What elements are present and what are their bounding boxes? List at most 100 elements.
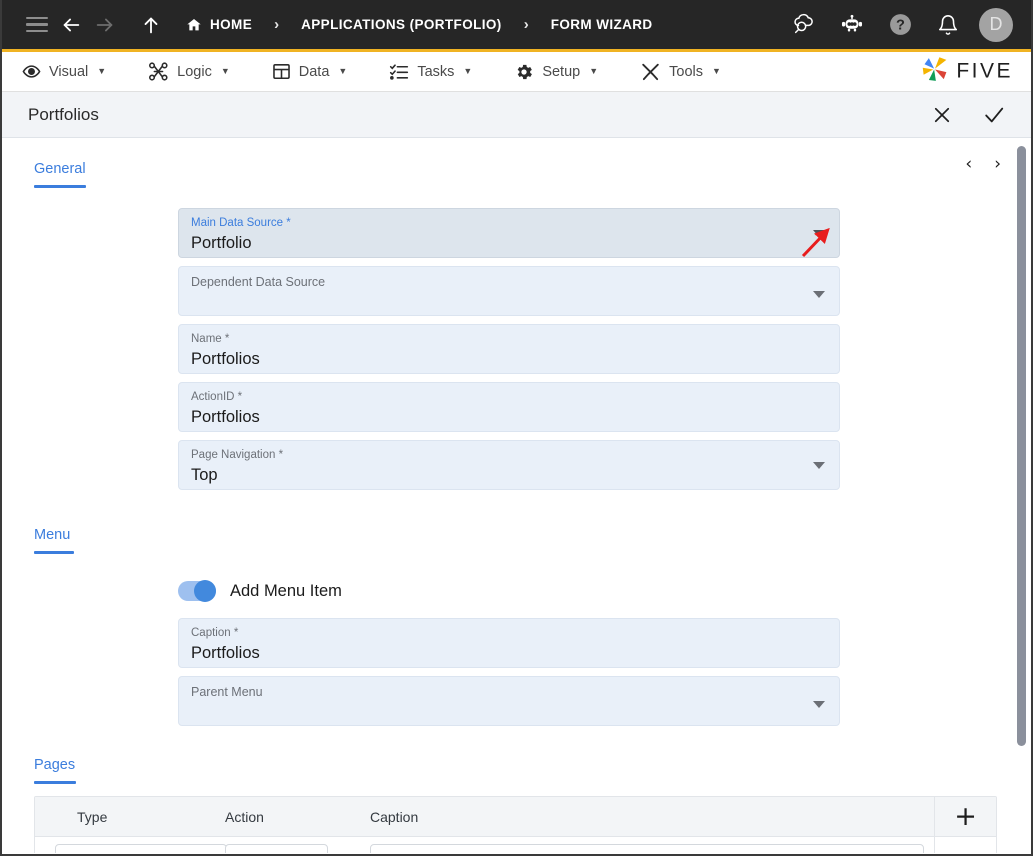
notifications-bell-icon[interactable]: [931, 8, 965, 42]
section-menu-underline: [34, 551, 74, 554]
main-data-source-select[interactable]: Main Data Source * Portfolio: [178, 208, 840, 258]
menu-item-data[interactable]: Data ▼: [272, 62, 348, 81]
menu-item-tasks-label: Tasks: [417, 63, 455, 80]
dependent-data-source-label: Dependent Data Source: [191, 275, 326, 289]
menu-item-logic[interactable]: Logic ▼: [148, 62, 230, 81]
chevron-down-icon: ▼: [712, 66, 721, 76]
section-general-underline: [34, 185, 86, 188]
close-icon[interactable]: [929, 102, 955, 128]
gear-icon: [514, 62, 534, 82]
chevron-down-icon: ▼: [463, 66, 473, 76]
five-logo[interactable]: FIVE: [921, 55, 1013, 88]
avatar[interactable]: D: [979, 7, 1013, 42]
pages-table-header: Type Action Caption +: [35, 797, 996, 837]
breadcrumb-label-home: HOME: [210, 17, 253, 32]
action-id-label: ActionID *: [191, 391, 243, 403]
form-scroll-area: ‹ › General Main Data Source * Portfolio…: [2, 138, 1031, 853]
prev-page-icon[interactable]: ‹: [965, 156, 972, 173]
cell-action: [225, 844, 370, 853]
logic-nodes-icon: [148, 62, 169, 81]
breadcrumb-item-form-wizard[interactable]: FORM WIZARD: [545, 17, 659, 32]
five-logo-text: FIVE: [956, 59, 1013, 83]
main-menu-bar: Visual ▼ Logic ▼ Data ▼ Tasks ▼ Setup ▼ …: [2, 52, 1031, 92]
name-field[interactable]: Name * Portfolios: [178, 324, 840, 374]
chevron-down-icon: ▼: [97, 66, 107, 76]
menu-item-setup[interactable]: Setup ▼: [514, 62, 598, 82]
top-navigation-bar: HOME › APPLICATIONS (PORTFOLIO) › FORM W…: [2, 0, 1031, 52]
add-menu-item-toggle[interactable]: [178, 580, 216, 602]
menu-item-data-label: Data: [298, 63, 330, 80]
five-logo-mark: [921, 55, 949, 88]
app-window: HOME › APPLICATIONS (PORTFOLIO) › FORM W…: [0, 0, 1033, 856]
add-menu-item-row: Add Menu Item: [178, 578, 1013, 604]
arrow-left-icon[interactable]: [54, 8, 88, 42]
breadcrumb-item-applications[interactable]: APPLICATIONS (PORTFOLIO): [295, 17, 508, 32]
section-menu-label: Menu: [34, 527, 71, 543]
add-page-row-button[interactable]: +: [934, 797, 996, 837]
breadcrumb-separator-1: ›: [274, 16, 280, 33]
menu-item-tools[interactable]: Tools ▼: [640, 62, 721, 82]
menu-caption-value: Portfolios: [191, 644, 260, 662]
menu-fields: Caption * Portfolios Parent Menu: [178, 618, 840, 726]
general-fields: Main Data Source * Portfolio Dependent D…: [178, 208, 840, 490]
menu-item-tools-label: Tools: [669, 63, 703, 80]
page-navigation-select[interactable]: Page Navigation * Top: [178, 440, 840, 490]
main-data-source-value: Portfolio: [191, 234, 252, 252]
confirm-check-icon[interactable]: [981, 102, 1007, 128]
column-header-action: Action: [225, 808, 264, 825]
next-page-icon[interactable]: ›: [994, 156, 1001, 173]
column-header-caption: Caption: [370, 808, 419, 825]
page-caption-input[interactable]: General: [370, 844, 924, 853]
table-row: Form General: [35, 837, 996, 853]
menu-item-visual[interactable]: Visual ▼: [22, 62, 106, 81]
page-navigation-dropdown-caret[interactable]: [813, 462, 825, 469]
menu-item-visual-label: Visual: [49, 63, 89, 80]
parent-menu-label: Parent Menu: [191, 685, 263, 699]
dialog-header: Portfolios: [2, 92, 1031, 138]
page-title: Portfolios: [28, 104, 99, 124]
menu-caption-label: Caption *: [191, 627, 239, 639]
breadcrumb-separator-2: ›: [523, 16, 529, 33]
chevron-down-icon: ▼: [220, 66, 230, 76]
breadcrumb-label-form-wizard: FORM WIZARD: [550, 17, 653, 32]
cloud-search-icon[interactable]: [787, 8, 821, 42]
main-data-source-label: Main Data Source *: [191, 217, 291, 229]
robot-icon[interactable]: [835, 8, 869, 42]
hamburger-icon[interactable]: [20, 8, 54, 42]
section-general-label: General: [34, 161, 86, 177]
home-icon: [186, 17, 202, 33]
breadcrumb: HOME › APPLICATIONS (PORTFOLIO) › FORM W…: [180, 17, 659, 33]
wrench-screwdriver-icon: [640, 62, 661, 82]
section-menu-header: Menu: [34, 498, 1013, 554]
add-menu-item-label: Add Menu Item: [230, 581, 342, 600]
name-field-value: Portfolios: [191, 350, 260, 368]
help-icon[interactable]: ?: [883, 8, 917, 42]
checklist-icon: [389, 62, 409, 81]
menu-item-tasks[interactable]: Tasks ▼: [389, 62, 472, 81]
menu-caption-field[interactable]: Caption * Portfolios: [178, 618, 840, 668]
dependent-data-source-dropdown-caret[interactable]: [813, 291, 825, 298]
page-navigation-label: Page Navigation *: [191, 449, 284, 461]
breadcrumb-item-home[interactable]: HOME: [180, 17, 258, 33]
parent-menu-select[interactable]: Parent Menu: [178, 676, 840, 726]
arrow-up-icon[interactable]: [134, 8, 168, 42]
scrollbar-thumb[interactable]: [1017, 146, 1026, 746]
eye-icon: [22, 62, 41, 81]
cell-caption: General: [370, 844, 934, 853]
action-id-field[interactable]: ActionID * Portfolios: [178, 382, 840, 432]
menu-item-setup-label: Setup: [542, 63, 581, 80]
dependent-data-source-select[interactable]: Dependent Data Source: [178, 266, 840, 316]
main-data-source-dropdown-caret[interactable]: [813, 230, 825, 237]
chevron-down-icon: ▼: [589, 66, 599, 76]
action-id-value: Portfolios: [191, 408, 260, 426]
parent-menu-dropdown-caret[interactable]: [813, 701, 825, 708]
page-navigation-value: Top: [191, 466, 218, 484]
chevron-down-icon: ▼: [338, 66, 348, 76]
vertical-scrollbar[interactable]: [1016, 142, 1028, 849]
name-field-label: Name *: [191, 333, 230, 345]
page-action-select[interactable]: [225, 844, 328, 853]
cell-row-actions: [934, 837, 996, 853]
page-type-select[interactable]: Form: [55, 844, 227, 853]
section-pages-underline: [34, 781, 76, 784]
breadcrumb-label-applications: APPLICATIONS (PORTFOLIO): [301, 17, 502, 32]
